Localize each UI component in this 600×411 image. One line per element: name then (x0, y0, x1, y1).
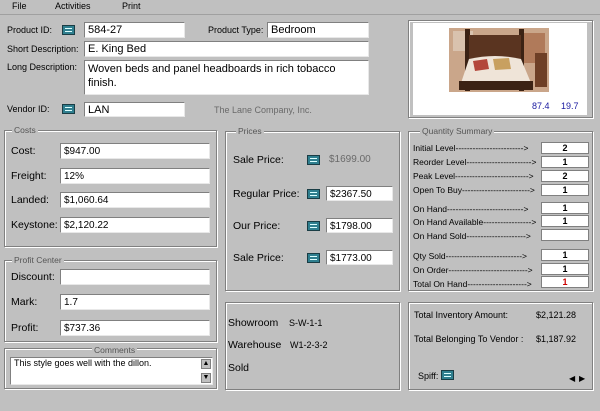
on-order-field[interactable]: 1 (541, 263, 589, 275)
mark-label: Mark: (11, 296, 38, 308)
our-price-calc-icon[interactable] (307, 221, 320, 231)
nav-right-icon[interactable]: ▶ (579, 374, 585, 383)
total-inventory-value: $2,121.28 (536, 310, 577, 320)
prices-title: Prices (236, 126, 264, 136)
cost-field[interactable]: $947.00 (60, 143, 210, 159)
our-price-label: Our Price: (233, 220, 281, 232)
total-on-hand-field[interactable]: 1 (541, 276, 589, 288)
discount-label: Discount: (11, 271, 55, 283)
warehouse-label: Warehouse (228, 339, 282, 351)
on-hand-available-label: On Hand Available-----------------> (413, 217, 537, 227)
comments-title: Comments (92, 345, 138, 355)
reorder-level-field[interactable]: 1 (541, 156, 589, 168)
mark-field[interactable]: 1.7 (60, 294, 210, 310)
nav-left-icon[interactable]: ◀ (569, 374, 575, 383)
keystone-field[interactable]: $2,120.22 (60, 217, 210, 233)
qty-sold-label: Qty Sold---------------------------> (413, 251, 527, 261)
keystone-label: Keystone: (11, 219, 58, 231)
reorder-level-label: Reorder Level-----------------------> (413, 157, 537, 167)
showroom-label: Showroom (228, 317, 279, 329)
landed-field[interactable]: $1,060.64 (60, 192, 210, 208)
long-description-field[interactable]: Woven beds and panel headboards in rich … (84, 60, 369, 95)
long-description-label: Long Description: (7, 62, 78, 72)
product-type-label: Product Type: (208, 25, 264, 35)
costs-title: Costs (12, 125, 38, 135)
our-price-field[interactable]: $1798.00 (326, 218, 393, 233)
menu-activities[interactable]: Activities (55, 1, 91, 11)
on-hand-available-field[interactable]: 1 (541, 215, 589, 227)
warehouse-value: W1-2-3-2 (290, 340, 328, 350)
sale-price-edit-calc-icon[interactable] (307, 253, 320, 263)
profit-center-title: Profit Center (12, 255, 64, 265)
on-hand-field[interactable]: 1 (541, 202, 589, 214)
menu-print[interactable]: Print (122, 1, 141, 11)
discount-field[interactable] (60, 269, 210, 285)
freight-field[interactable]: 12% (60, 168, 210, 184)
peak-level-label: Peak Level--------------------------> (413, 171, 534, 181)
spiff-lookup-icon[interactable] (441, 370, 454, 380)
menu-file[interactable]: File (12, 1, 27, 11)
comments-textarea[interactable]: This style goes well with the dillon. (10, 357, 213, 385)
vendor-lookup-icon[interactable] (62, 104, 75, 114)
vendor-id-field[interactable]: LAN (84, 102, 185, 117)
product-type-field[interactable]: Bedroom (267, 22, 369, 38)
image-value-a: 87.4 (532, 101, 550, 111)
landed-label: Landed: (11, 194, 49, 206)
peak-level-field[interactable]: 2 (541, 170, 589, 182)
total-vendor-label: Total Belonging To Vendor : (414, 334, 524, 344)
product-id-field[interactable]: 584-27 (84, 22, 185, 38)
open-to-buy-label: Open To Buy------------------------> (413, 185, 535, 195)
profit-field[interactable]: $737.36 (60, 320, 210, 336)
initial-level-label: Initial Level------------------------> (413, 143, 529, 153)
cost-label: Cost: (11, 145, 36, 157)
freight-label: Freight: (11, 170, 47, 182)
vendor-id-label: Vendor ID: (7, 104, 50, 114)
showroom-value: S-W-1-1 (289, 318, 323, 328)
vendor-name: The Lane Company, Inc. (214, 105, 312, 115)
on-hand-sold-label: On Hand Sold---------------------> (413, 231, 531, 241)
on-order-label: On Order----------------------------> (413, 265, 533, 275)
spiff-label: Spiff: (418, 371, 439, 381)
sale-price-field[interactable]: $1773.00 (326, 250, 393, 265)
product-id-label: Product ID: (7, 25, 53, 35)
regular-price-calc-icon[interactable] (307, 189, 320, 199)
regular-price-label: Regular Price: (233, 188, 300, 200)
open-to-buy-field[interactable]: 1 (541, 184, 589, 196)
total-vendor-value: $1,187.92 (536, 334, 577, 344)
sale-price-label: Sale Price: (233, 252, 284, 264)
regular-price-field[interactable]: $2367.50 (326, 186, 393, 201)
product-photo-frame: 87.4 19.7 (413, 23, 587, 115)
initial-level-field[interactable]: 2 (541, 142, 589, 154)
image-value-b: 19.7 (561, 101, 579, 111)
scroll-up-icon[interactable]: ▲ (201, 359, 211, 369)
profit-label: Profit: (11, 322, 39, 334)
qty-sold-field[interactable]: 1 (541, 249, 589, 261)
sale-price-static-label: Sale Price: (233, 154, 284, 166)
total-on-hand-label: Total On Hand---------------------> (413, 279, 532, 289)
menu-bar: File Activities Print (0, 0, 600, 15)
short-description-field[interactable]: E. King Bed (84, 41, 369, 57)
short-description-label: Short Description: (7, 44, 79, 54)
on-hand-label: On Hand---------------------------> (413, 204, 529, 214)
lookup-icon[interactable] (62, 25, 75, 35)
quantity-summary-title: Quantity Summary (420, 126, 495, 136)
scroll-down-icon[interactable]: ▼ (201, 373, 211, 383)
total-inventory-label: Total Inventory Amount: (414, 310, 509, 320)
sold-label: Sold (228, 362, 250, 374)
on-hand-sold-field[interactable] (541, 229, 589, 241)
sale-price-calc-icon[interactable] (307, 155, 320, 165)
sale-price-static-value: $1699.00 (329, 154, 371, 165)
